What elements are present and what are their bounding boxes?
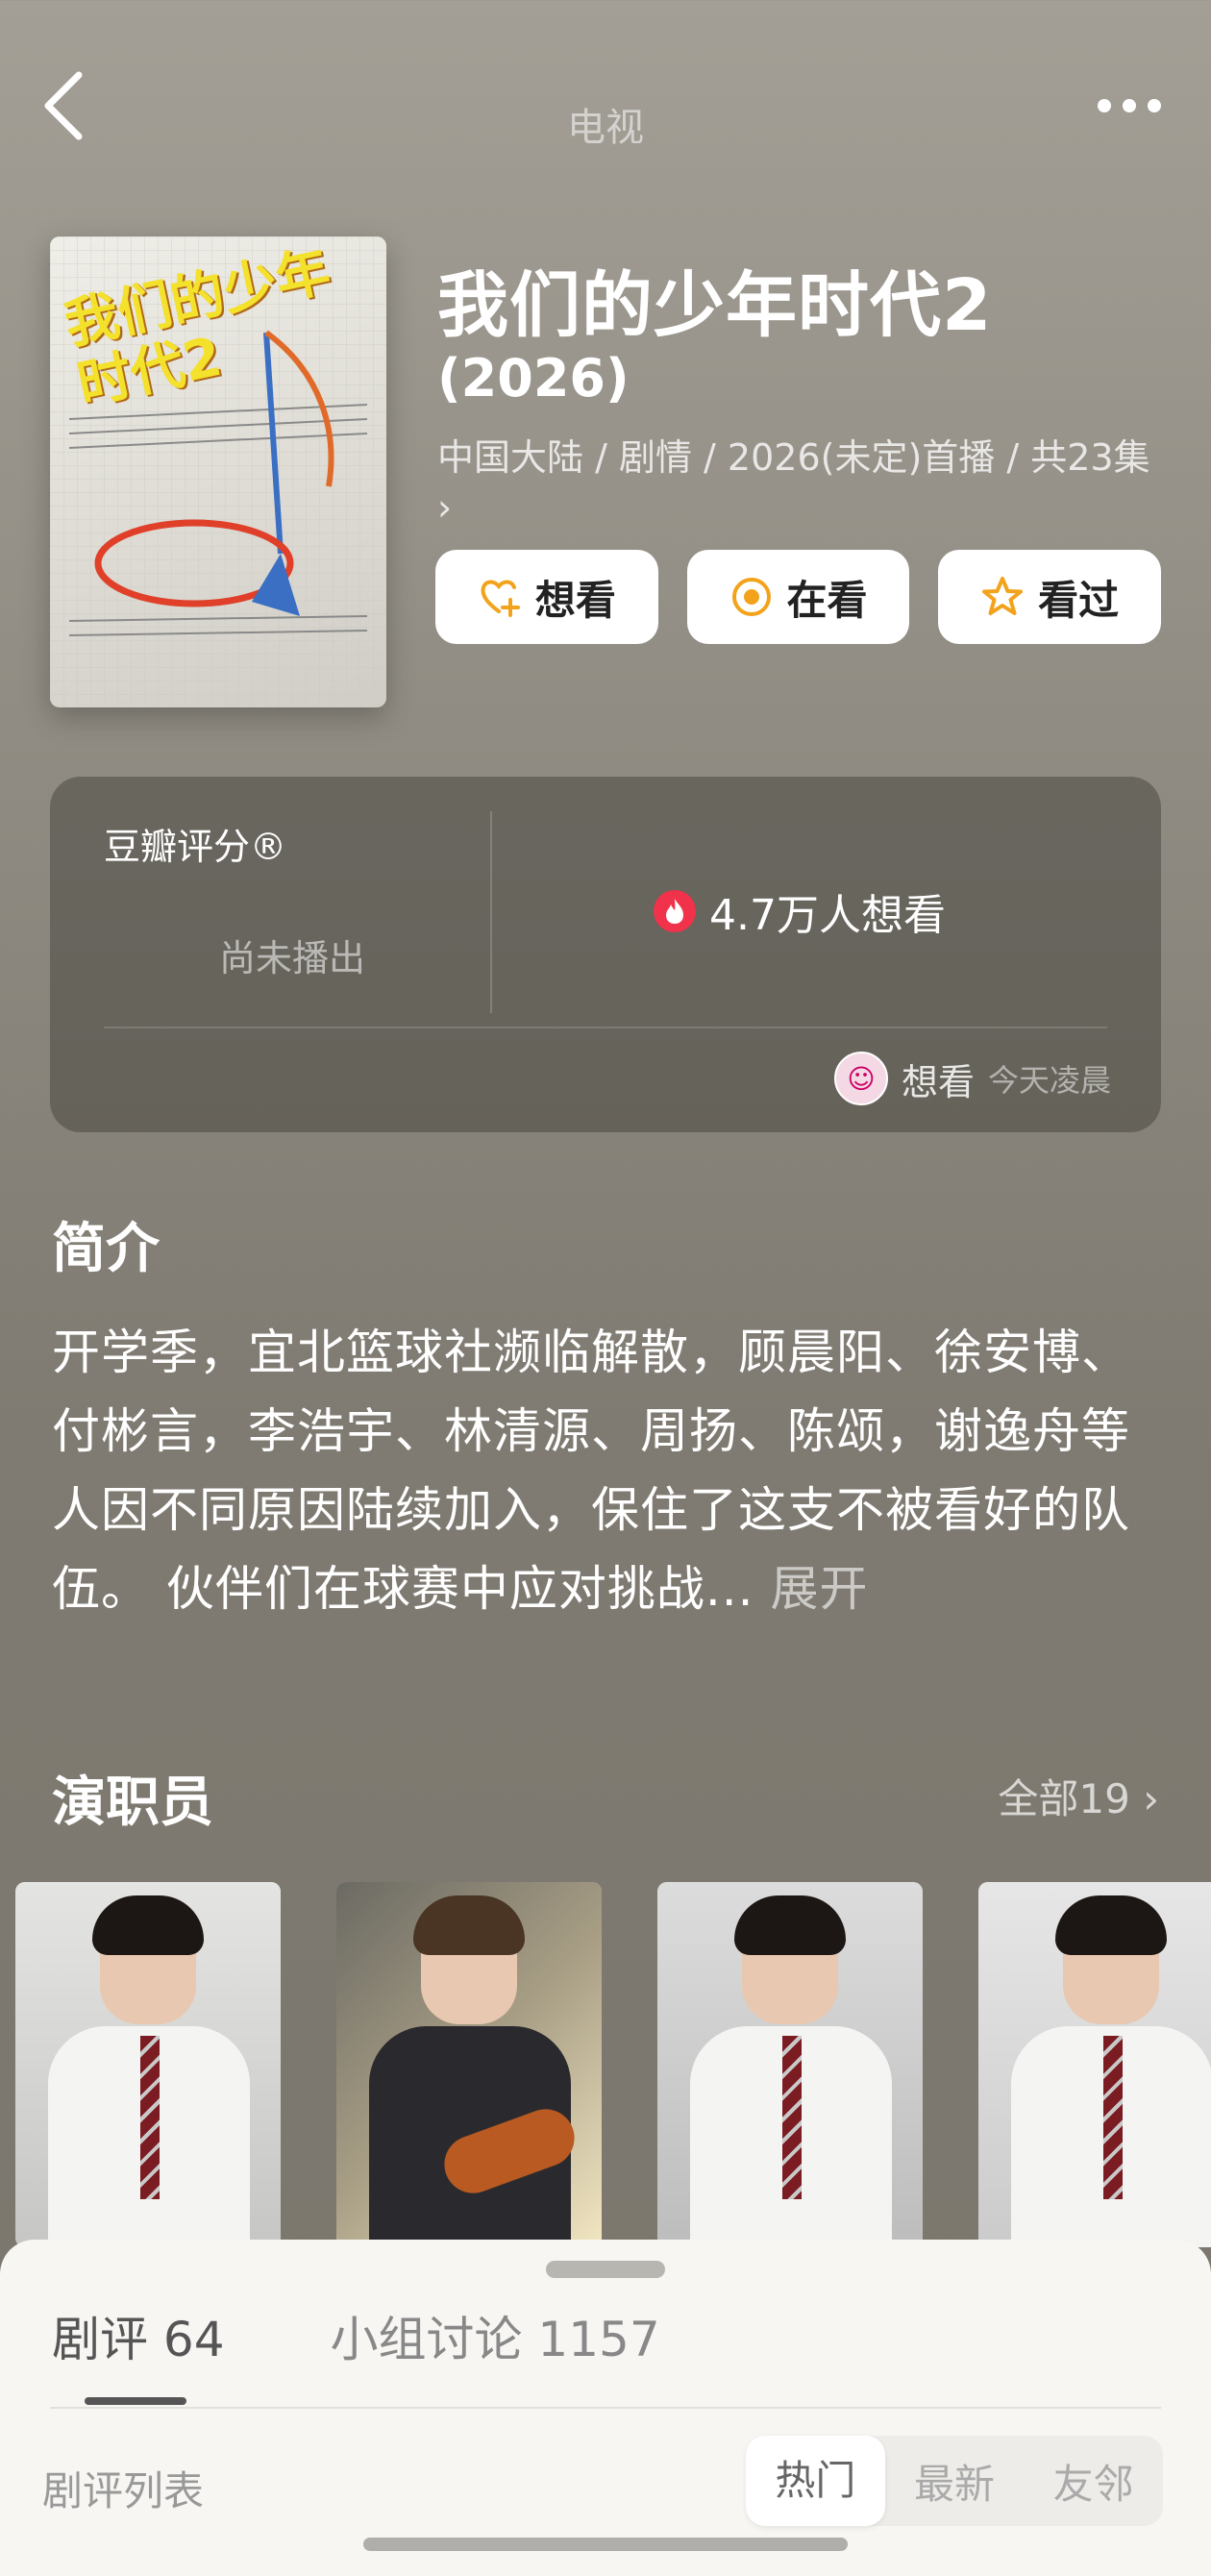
home-indicator [363, 2538, 848, 2551]
synopsis-text: 开学季，宜北篮球社濒临解散，顾晨阳、徐安博、付彬言，李浩宇、林清源、周扬、陈颂，… [52, 1313, 1167, 1628]
divider [490, 811, 492, 1013]
sort-friends[interactable]: 友邻 [1024, 2452, 1163, 2511]
sort-latest[interactable]: 最新 [885, 2452, 1025, 2511]
synopsis-title: 简介 [52, 1218, 160, 1280]
synopsis-body: 开学季，宜北篮球社濒临解散，顾晨阳、徐安博、付彬言，李浩宇、林清源、周扬、陈颂，… [52, 1325, 1130, 1617]
subject-meta[interactable]: 中国大陆 / 剧情 / 2026(未定)首播 / 共23集 › [437, 433, 1168, 533]
cast-card[interactable] [978, 1882, 1211, 2247]
rating-card[interactable]: 豆瓣评分® 尚未播出 4.7万人想看 ☺ 想看 今天凌晨 [50, 777, 1161, 1132]
cast-list [15, 1882, 1211, 2247]
mark-actions: 想看 在看 看过 [435, 550, 1162, 644]
chevron-left-icon [44, 71, 83, 140]
sort-segmented-control: 热门 最新 友邻 [746, 2436, 1163, 2526]
poster-image[interactable]: 我们的少年时代2 [50, 236, 386, 707]
cast-card[interactable] [657, 1882, 923, 2247]
friend-activity[interactable]: ☺ 想看 今天凌晨 [833, 1052, 1111, 1105]
subject-meta-text: 中国大陆 / 剧情 / 2026(未定)首播 / 共23集 [437, 436, 1150, 479]
target-icon [731, 578, 771, 616]
rating-status: 尚未播出 [219, 937, 366, 979]
sort-hot[interactable]: 热门 [746, 2436, 885, 2526]
cast-all-link[interactable]: 全部19 › [998, 1767, 1159, 1825]
review-list-label: 剧评列表 [42, 2467, 205, 2514]
fire-icon [654, 890, 696, 932]
friend-action: 想看 [901, 1060, 975, 1103]
cast-card[interactable] [336, 1882, 602, 2247]
watching-button[interactable]: 在看 [686, 550, 910, 644]
watching-label: 在看 [786, 576, 868, 624]
tab-indicator [85, 2397, 186, 2405]
cast-title: 演职员 [52, 1771, 213, 1834]
back-button[interactable] [38, 67, 96, 144]
more-dot-icon [1098, 99, 1111, 112]
star-icon [982, 577, 1024, 615]
subject-year: (2026) [437, 348, 630, 409]
friend-time: 今天凌晨 [987, 1062, 1111, 1099]
want-label: 想看 [534, 576, 616, 624]
top-bar: 电视 [0, 0, 1211, 211]
tab-reviews[interactable]: 剧评 64 [52, 2301, 225, 2370]
want-count-text: 4.7万人想看 [709, 891, 946, 940]
avatar: ☺ [833, 1052, 888, 1105]
heart-plus-icon [481, 580, 520, 617]
divider [104, 1027, 1107, 1028]
more-dot-icon [1123, 99, 1136, 112]
want-count: 4.7万人想看 [654, 880, 946, 942]
more-button[interactable] [1086, 87, 1173, 125]
sheet-tabs: 剧评 64 小组讨论 1157 [52, 2301, 660, 2370]
drag-handle[interactable] [546, 2261, 665, 2278]
tab-group-discussion[interactable]: 小组讨论 1157 [331, 2301, 660, 2370]
watched-label: 看过 [1038, 576, 1120, 624]
divider [50, 2407, 1161, 2409]
more-dot-icon [1148, 99, 1161, 112]
subject-title: 我们的少年时代2 [437, 264, 993, 347]
page-title: 电视 [567, 106, 644, 150]
watched-button[interactable]: 看过 [938, 550, 1162, 644]
expand-link[interactable]: 展开 [770, 1561, 868, 1617]
chevron-right-icon: › [437, 486, 453, 529]
want-button[interactable]: 想看 [435, 550, 658, 644]
cast-card[interactable] [15, 1882, 281, 2247]
rating-label: 豆瓣评分® [104, 826, 287, 868]
